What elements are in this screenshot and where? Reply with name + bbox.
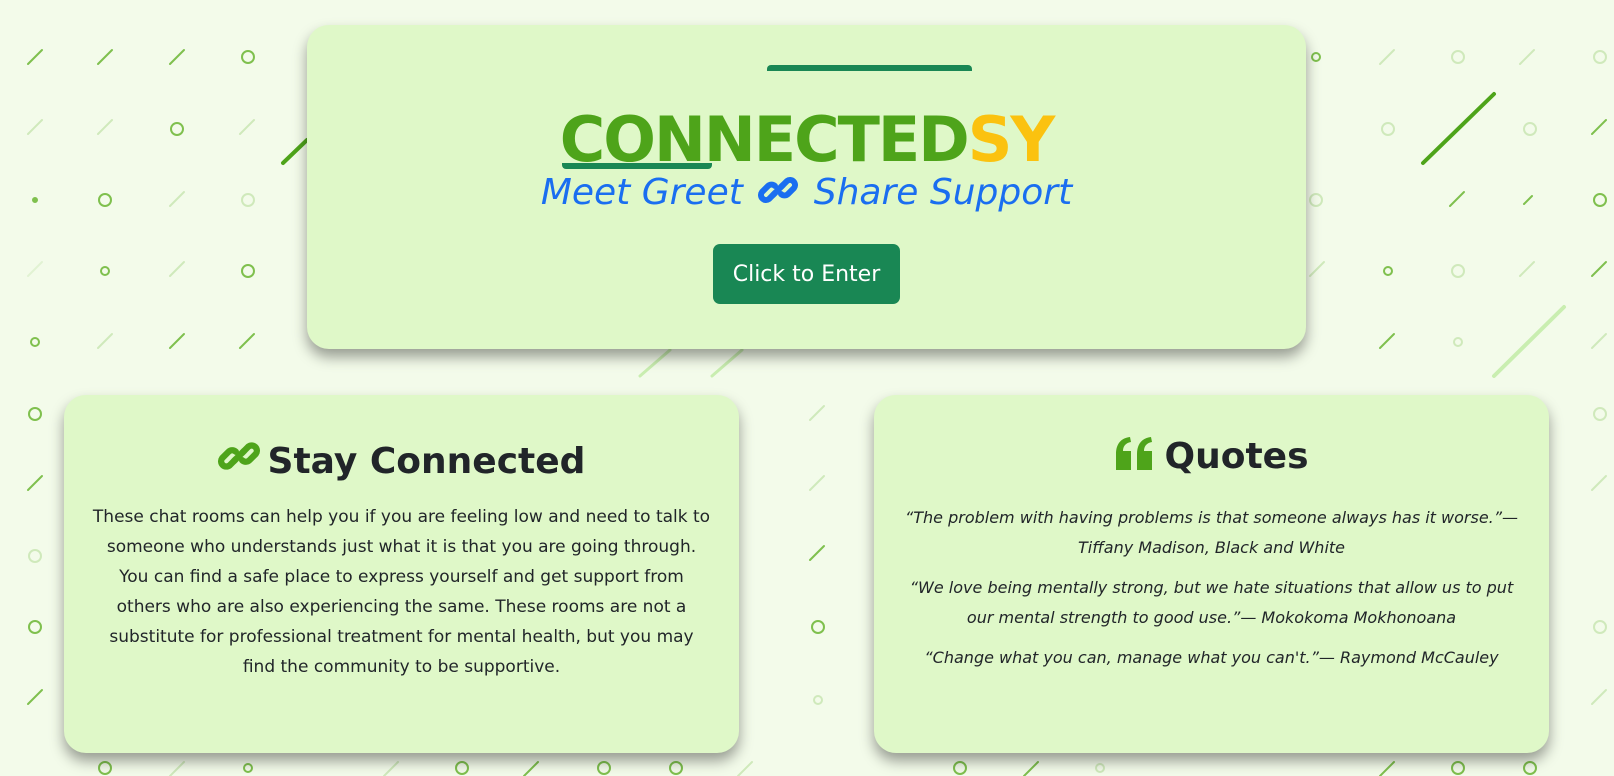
stay-connected-title-text: Stay Connected xyxy=(267,441,586,482)
brand-logo: CONNECTEDSY xyxy=(307,103,1306,177)
quotes-title: Quotes xyxy=(898,435,1525,483)
quote-left-icon xyxy=(1114,436,1156,483)
stay-connected-title: Stay Connected xyxy=(92,435,711,488)
stay-connected-body: These chat rooms can help you if you are… xyxy=(92,507,711,677)
tagline: Meet Greet Share Support xyxy=(307,170,1306,219)
link-icon xyxy=(758,170,799,219)
quote-item: “We love being mentally strong, but we h… xyxy=(909,578,1514,627)
brand-bar-bottom xyxy=(562,163,712,169)
brand-bar-top xyxy=(767,65,972,71)
link-icon xyxy=(217,435,260,488)
quotes-title-text: Quotes xyxy=(1164,436,1309,477)
hero-card: CONNECTEDSY Meet Greet Share Support Cli… xyxy=(307,25,1306,349)
tagline-right: Share Support xyxy=(813,172,1073,213)
brand-accent-text: SY xyxy=(967,103,1056,176)
quotes-card: Quotes “The problem with having problems… xyxy=(874,395,1549,753)
quote-item: “The problem with having problems is tha… xyxy=(904,508,1519,557)
tagline-left: Meet Greet xyxy=(540,172,743,213)
enter-button[interactable]: Click to Enter xyxy=(713,244,900,304)
quote-item: “Change what you can, manage what you ca… xyxy=(924,648,1499,667)
stay-connected-card: Stay Connected These chat rooms can help… xyxy=(64,395,739,753)
